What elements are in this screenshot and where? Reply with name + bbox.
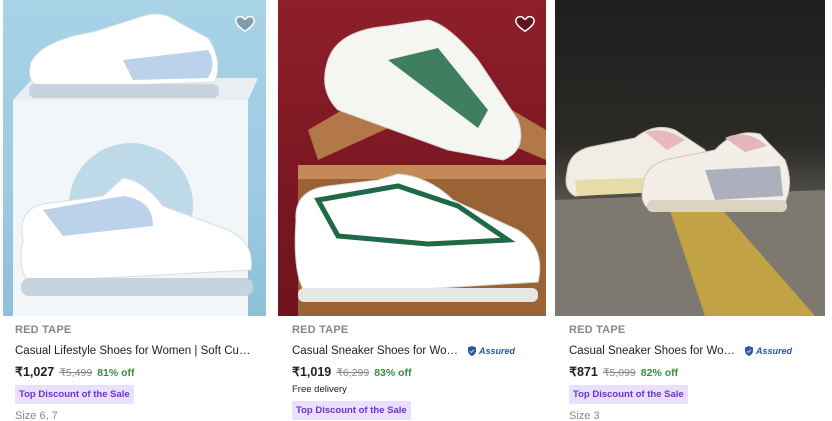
selling-price: ₹871 bbox=[569, 365, 598, 379]
brand-name: RED TAPE bbox=[569, 324, 626, 336]
product-image[interactable] bbox=[278, 0, 546, 316]
product-card[interactable]: RED TAPE Casual Sneaker Shoes for Women.… bbox=[278, 0, 546, 421]
shield-check-icon bbox=[745, 346, 753, 356]
product-title[interactable]: Casual Sneaker Shoes for Women... Assure… bbox=[292, 343, 538, 359]
assured-badge: Assured bbox=[743, 345, 792, 357]
selling-price: ₹1,019 bbox=[292, 365, 332, 379]
sale-badge: Top Discount of the Sale bbox=[292, 401, 411, 420]
shield-check-icon bbox=[468, 346, 476, 356]
sale-badge: Top Discount of the Sale bbox=[15, 385, 134, 404]
original-price: ₹6,299 bbox=[336, 367, 370, 379]
product-card[interactable]: RED TAPE Casual Sneaker Shoes for Women.… bbox=[555, 0, 825, 421]
size-info: Size 3 bbox=[569, 410, 600, 421]
wishlist-heart-icon[interactable] bbox=[514, 12, 536, 34]
wishlist-heart-icon[interactable] bbox=[234, 12, 256, 34]
assured-badge: Assured bbox=[466, 345, 515, 357]
original-price: ₹5,099 bbox=[602, 367, 636, 379]
discount-percent: 83% off bbox=[374, 367, 412, 379]
product-image[interactable] bbox=[555, 0, 825, 316]
price-row: ₹871 ₹5,099 82% off bbox=[569, 364, 817, 382]
size-info: Size 6, 7 bbox=[15, 410, 58, 421]
original-price: ₹5,499 bbox=[59, 367, 93, 379]
price-row: ₹1,027 ₹5,499 81% off bbox=[15, 364, 262, 382]
brand-name: RED TAPE bbox=[15, 324, 72, 336]
product-title[interactable]: Casual Lifestyle Shoes for Women | Soft … bbox=[15, 343, 262, 359]
product-image[interactable] bbox=[3, 0, 266, 316]
discount-percent: 82% off bbox=[640, 367, 679, 379]
discount-percent: 81% off bbox=[97, 367, 135, 379]
selling-price: ₹1,027 bbox=[15, 365, 55, 379]
price-row: ₹1,019 ₹6,299 83% off bbox=[292, 364, 538, 382]
product-card[interactable]: RED TAPE Casual Lifestyle Shoes for Wome… bbox=[0, 0, 270, 421]
product-title[interactable]: Casual Sneaker Shoes for Women... Assure… bbox=[569, 343, 817, 359]
brand-name: RED TAPE bbox=[292, 324, 349, 336]
sale-badge: Top Discount of the Sale bbox=[569, 385, 688, 404]
delivery-info: Free delivery bbox=[292, 384, 347, 395]
